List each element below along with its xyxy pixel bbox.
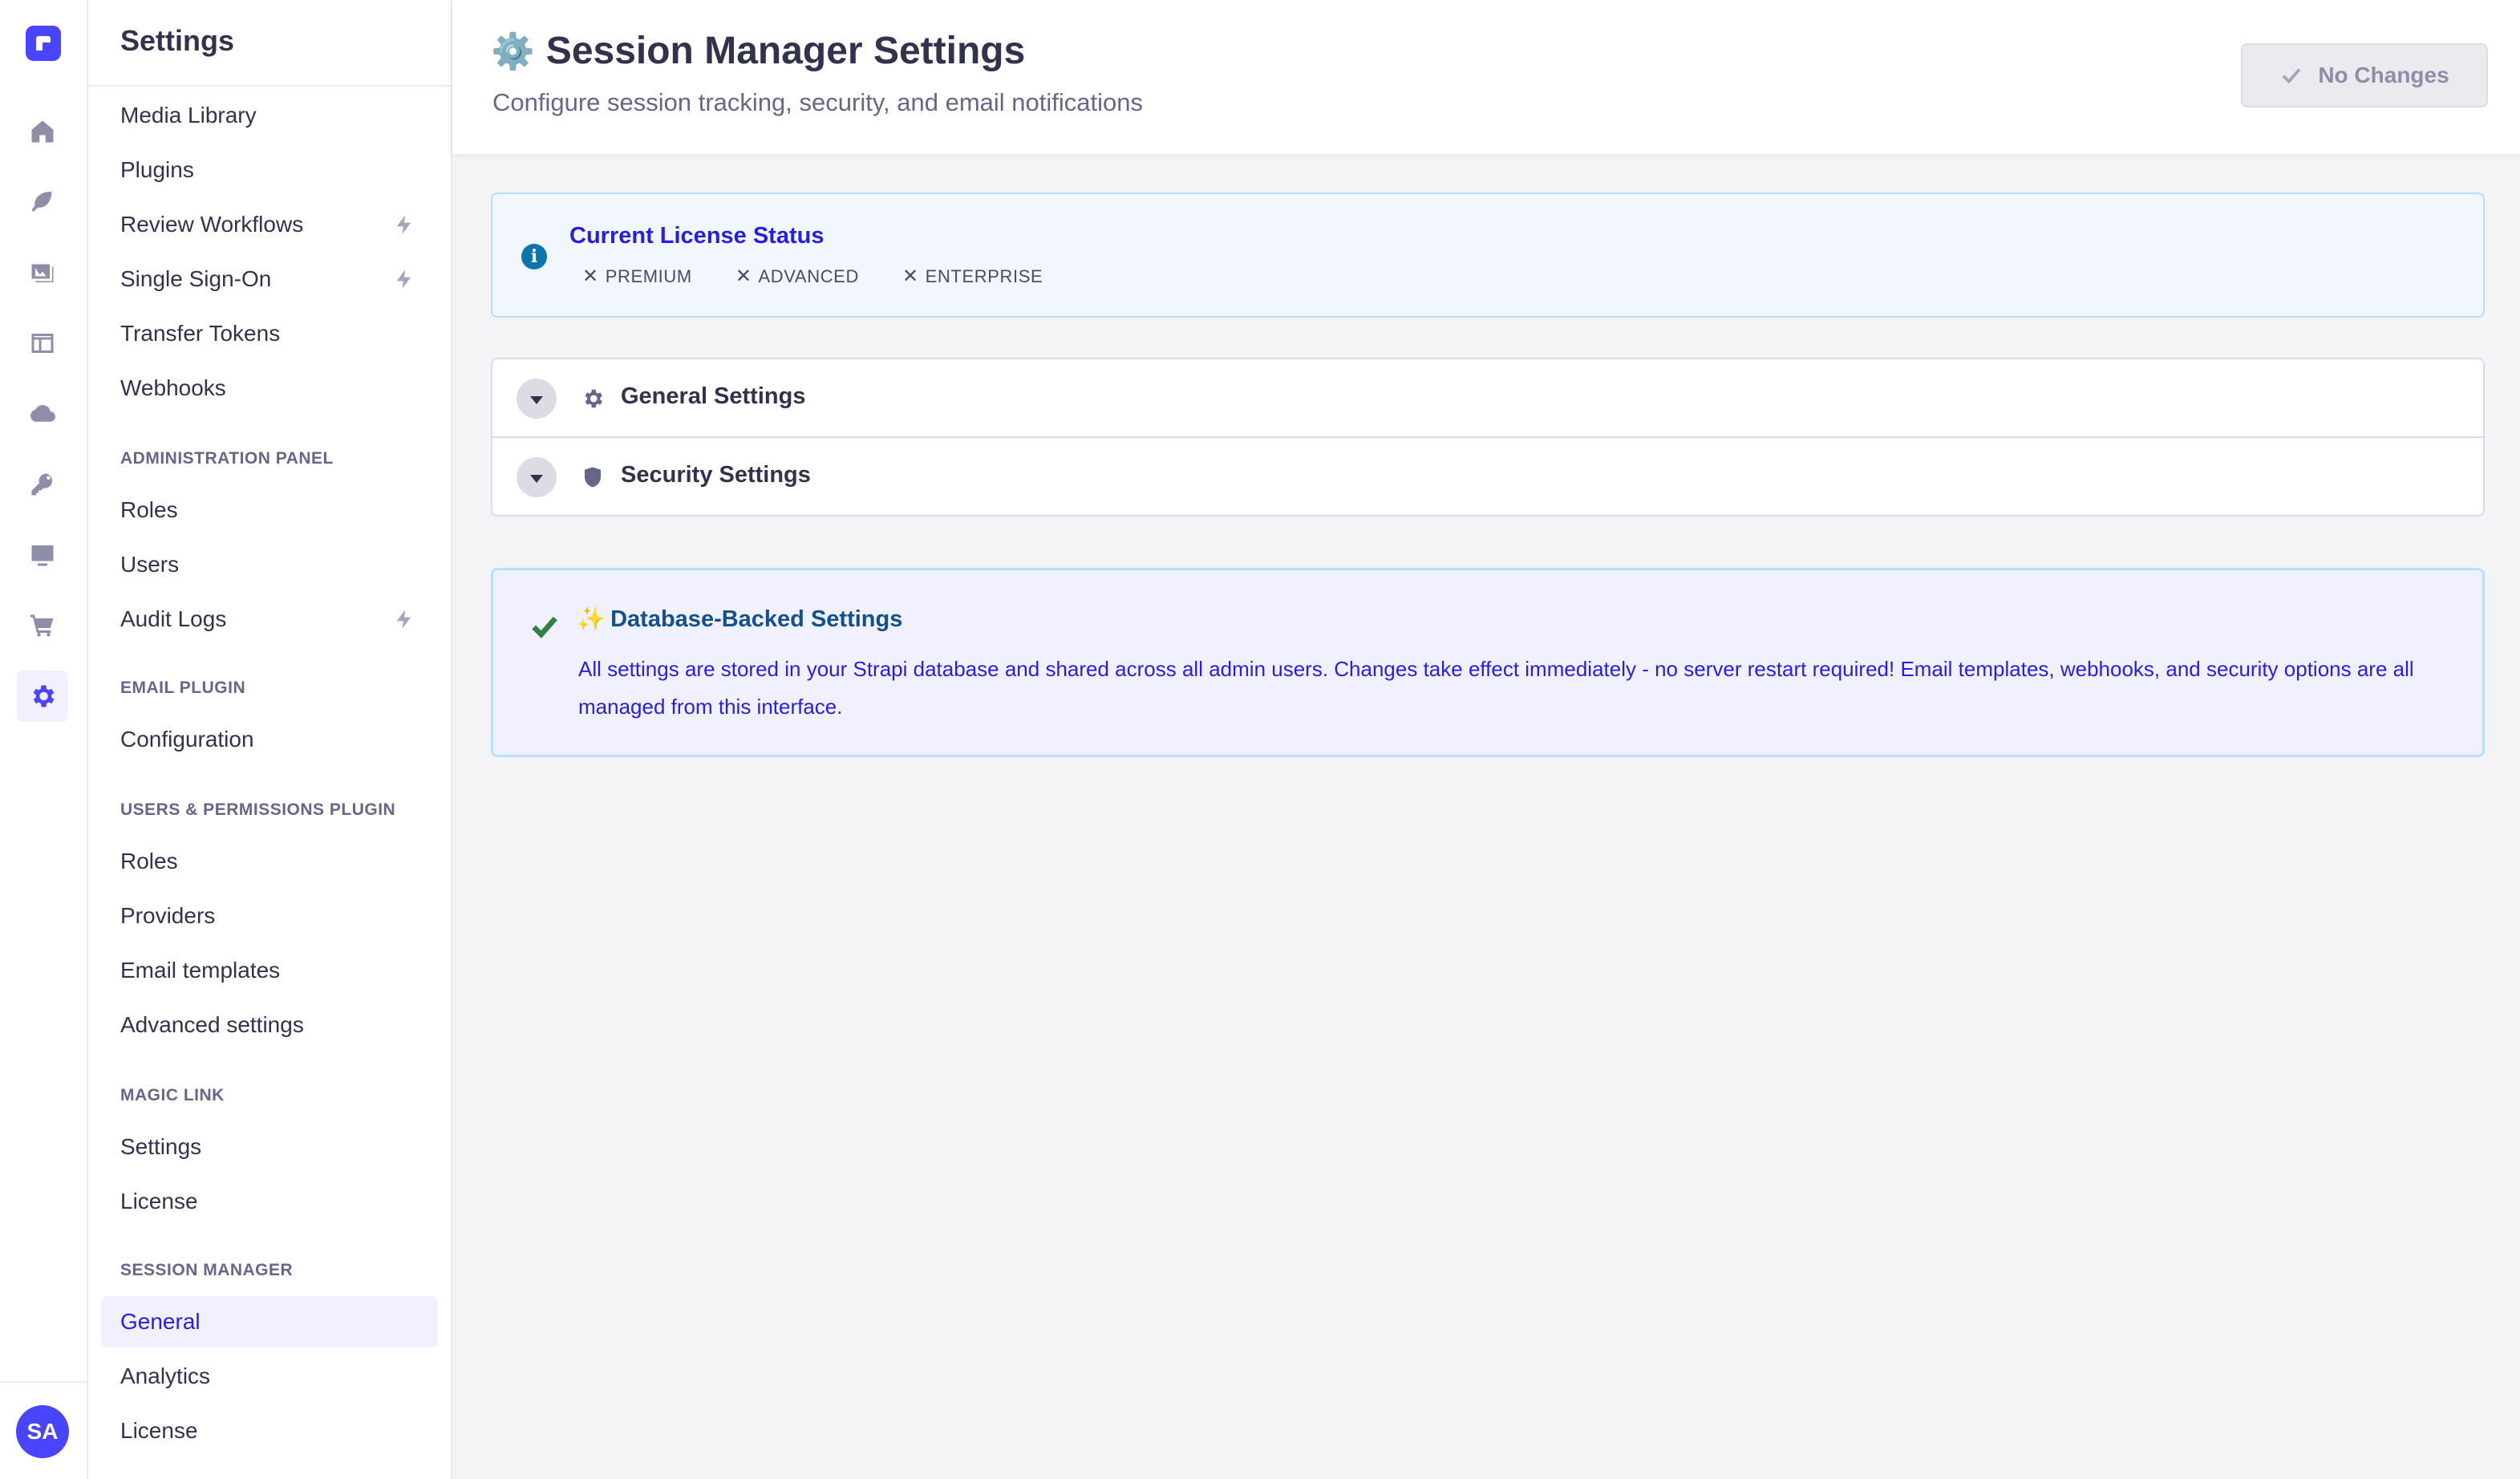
- lightning-icon: [393, 268, 415, 290]
- nav-item-label: Audit Logs: [120, 606, 227, 631]
- license-tag-label: ADVANCED: [758, 265, 859, 286]
- nav-item-admin-users[interactable]: Users: [101, 539, 438, 590]
- chevron-down-icon[interactable]: [517, 379, 557, 419]
- nav-item-email-templates[interactable]: Email templates: [101, 945, 438, 996]
- nav-item-up-roles[interactable]: Roles: [101, 836, 438, 887]
- section-label-magic-link: MAGIC LINK: [120, 1086, 225, 1104]
- lightning-icon: [393, 213, 415, 236]
- page-title-text: Session Manager Settings: [545, 30, 1026, 72]
- nav-item-review-workflows[interactable]: Review Workflows: [101, 199, 438, 250]
- key-icon[interactable]: [17, 459, 68, 510]
- cross-icon: ✕: [582, 265, 599, 287]
- nav-item-magic-link-license[interactable]: License: [101, 1176, 438, 1227]
- nav-item-magic-link-settings[interactable]: Settings: [101, 1121, 438, 1173]
- layout-icon[interactable]: [17, 318, 68, 369]
- info-icon: i: [521, 244, 547, 269]
- lightning-icon: [393, 608, 415, 630]
- section-label-administration-panel: ADMINISTRATION PANEL: [120, 449, 334, 468]
- accordion-label: Security Settings: [621, 462, 811, 488]
- feather-icon[interactable]: [17, 176, 68, 228]
- shield-icon: [581, 465, 605, 489]
- gear-icon: [581, 387, 605, 411]
- nav-item-media-library[interactable]: Media Library: [101, 90, 438, 141]
- check-icon: [2282, 68, 2301, 84]
- nav-item-label: Review Workflows: [120, 212, 304, 237]
- nav-item-label: Single Sign-On: [120, 266, 272, 291]
- license-tag-label: PREMIUM: [605, 265, 692, 286]
- license-tags: ✕ PREMIUM ✕ ADVANCED ✕ ENTERPRISE: [582, 265, 1043, 288]
- strapi-logo[interactable]: [26, 26, 61, 61]
- nav-item-session-analytics[interactable]: Analytics: [101, 1351, 438, 1402]
- user-avatar[interactable]: SA: [16, 1405, 69, 1458]
- accordion-general-settings[interactable]: General Settings: [491, 358, 2485, 438]
- license-status-title: Current License Status: [569, 223, 824, 249]
- gear-emoji-icon: ⚙️: [491, 31, 535, 71]
- license-tag-label: ENTERPRISE: [925, 265, 1043, 286]
- main-content: ⚙️ Session Manager Settings Configure se…: [452, 0, 2520, 1479]
- section-label-session-manager: SESSION MANAGER: [120, 1261, 294, 1279]
- main-nav-rail: SA: [0, 0, 88, 1479]
- db-card-body: All settings are stored in your Strapi d…: [578, 657, 2414, 719]
- nav-item-audit-logs[interactable]: Audit Logs: [101, 594, 438, 645]
- rail-divider: [0, 1381, 88, 1383]
- page-title: ⚙️ Session Manager Settings: [491, 29, 1025, 73]
- sparkles-icon: ✨: [577, 606, 606, 632]
- nav-item-advanced-settings[interactable]: Advanced settings: [101, 999, 438, 1051]
- license-tag-premium: ✕ PREMIUM: [582, 265, 692, 288]
- monitor-icon[interactable]: [17, 529, 68, 581]
- save-button[interactable]: No Changes: [2241, 43, 2488, 107]
- page-subtitle: Configure session tracking, security, an…: [492, 88, 1143, 116]
- db-card-title: ✨ Database-Backed Settings: [577, 606, 902, 633]
- license-tag-enterprise: ✕ ENTERPRISE: [902, 265, 1043, 288]
- nav-item-transfer-tokens[interactable]: Transfer Tokens: [101, 308, 438, 359]
- settings-icon[interactable]: [17, 671, 68, 722]
- home-icon[interactable]: [17, 106, 68, 157]
- nav-item-plugins[interactable]: Plugins: [101, 144, 438, 196]
- accordion-security-settings[interactable]: Security Settings: [491, 436, 2485, 517]
- nav-item-single-sign-on[interactable]: Single Sign-On: [101, 253, 438, 305]
- nav-item-session-license[interactable]: License: [101, 1405, 438, 1457]
- subnav-divider: [88, 85, 452, 87]
- section-label-users-permissions: USERS & PERMISSIONS PLUGIN: [120, 800, 396, 819]
- app-root: SA Settings Media Library Plugins Review…: [0, 0, 2520, 1479]
- nav-item-providers[interactable]: Providers: [101, 890, 438, 942]
- license-status-card: i Current License Status ✕ PREMIUM ✕ ADVAN…: [491, 192, 2485, 318]
- settings-subnav: Settings Media Library Plugins Review Wo…: [88, 0, 452, 1479]
- section-label-email-plugin: EMAIL PLUGIN: [120, 679, 246, 697]
- cart-icon[interactable]: [17, 600, 68, 651]
- nav-item-email-configuration[interactable]: Configuration: [101, 714, 438, 765]
- nav-item-session-general[interactable]: General: [101, 1296, 438, 1347]
- cross-icon: ✕: [901, 265, 919, 287]
- nav-item-webhooks[interactable]: Webhooks: [101, 363, 438, 414]
- cloud-icon[interactable]: [17, 388, 68, 440]
- check-icon: [529, 610, 561, 642]
- license-tag-advanced: ✕ ADVANCED: [735, 265, 859, 288]
- chevron-down-icon[interactable]: [517, 457, 557, 497]
- cross-icon: ✕: [735, 265, 752, 287]
- accordion-label: General Settings: [621, 383, 806, 409]
- subnav-title: Settings: [120, 24, 235, 57]
- page-header: ⚙️ Session Manager Settings Configure se…: [452, 0, 2520, 154]
- save-button-label: No Changes: [2318, 63, 2449, 87]
- image-icon[interactable]: [17, 247, 68, 298]
- nav-item-admin-roles[interactable]: Roles: [101, 484, 438, 536]
- db-card-title-text: Database-Backed Settings: [610, 606, 903, 632]
- database-backed-settings-card: ✨ Database-Backed Settings All settings a…: [491, 568, 2485, 757]
